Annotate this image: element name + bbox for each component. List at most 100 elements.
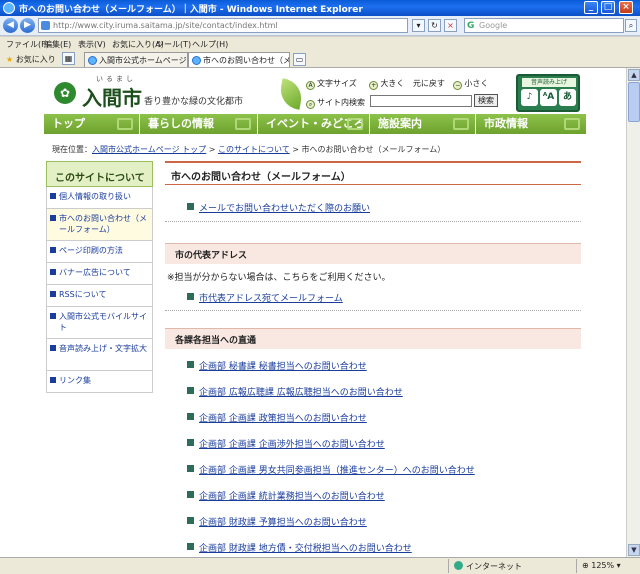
breadcrumb: 現在位置：入間市公式ホームページ トップ > このサイトについて > 市へのお問…	[52, 144, 445, 155]
zoom-control[interactable]: ⊕ 125% ▾	[582, 561, 621, 570]
list-item: 企画部 企画課 政策担当へのお問い合わせ	[165, 411, 581, 437]
department-link[interactable]: 企画部 企画課 政策担当へのお問い合わせ	[199, 414, 367, 424]
main-address-link-row: 市代表アドレス宛てメールフォーム	[165, 291, 581, 311]
bullet-icon	[50, 377, 56, 383]
department-link[interactable]: 企画部 企画課 企画渉外担当へのお問い合わせ	[199, 440, 385, 450]
refresh-button[interactable]: ↻	[428, 19, 441, 32]
menu-edit[interactable]: 編集(E)	[44, 39, 71, 50]
sidebar-item-mobile[interactable]: 入間市公式モバイルサイト	[46, 307, 153, 339]
forward-button[interactable]: ▶	[20, 18, 35, 33]
department-link[interactable]: 企画部 企画課 男女共同参画担当（推進センター）へのお問い合わせ	[199, 466, 475, 476]
minimize-button[interactable]: _	[584, 1, 598, 14]
security-zone: インターネット	[454, 561, 522, 572]
gnav-living[interactable]: 暮らしの情報	[140, 114, 258, 134]
scroll-thumb[interactable]	[628, 82, 640, 122]
gnav-events[interactable]: イベント・みどころ	[258, 114, 370, 134]
search-input[interactable]: G Google	[464, 18, 624, 33]
square-bullet-icon	[187, 203, 194, 210]
sidebar-item-banner[interactable]: バナー広告について	[46, 263, 153, 285]
chevron-down-icon: ▾	[614, 561, 621, 570]
menu-tools[interactable]: ツール(T)	[156, 39, 191, 50]
favorites-button[interactable]: ★ お気に入り	[6, 54, 56, 65]
tab-home-label: 入間市公式ホームページ トッ...	[99, 56, 187, 65]
intro-link-row: メールでお問い合わせいただく際のお願い	[165, 201, 581, 222]
address-input[interactable]: http://www.city.iruma.saitama.jp/site/co…	[38, 18, 408, 33]
ie-tab-icon	[88, 56, 97, 65]
zoom-icon: ⊕	[582, 561, 592, 570]
gnav-city-info[interactable]: 市政情報	[476, 114, 586, 134]
tab-home[interactable]: 入間市公式ホームページ トッ...	[84, 52, 188, 67]
text-size-reset-button[interactable]: 元に戻す	[413, 79, 445, 88]
text-size-large-button[interactable]: + 大きく	[369, 79, 404, 90]
flower-icon	[347, 118, 363, 130]
new-tab-icon[interactable]: ▭	[293, 53, 306, 66]
status-divider	[576, 559, 577, 573]
breadcrumb-link-about[interactable]: このサイトについて	[218, 145, 290, 154]
maximize-button[interactable]: □	[601, 1, 615, 14]
sidebar-item-rss[interactable]: RSSについて	[46, 285, 153, 307]
hiragana-icon[interactable]: あ	[559, 89, 576, 106]
site-logo[interactable]: 入間市	[82, 82, 142, 111]
bullet-icon	[50, 193, 56, 199]
intro-link[interactable]: メールでお問い合わせいただく際のお願い	[199, 204, 370, 214]
text-resize-icon[interactable]: ᴬA	[540, 89, 557, 106]
gnav-facilities[interactable]: 施設案内	[370, 114, 476, 134]
department-link[interactable]: 企画部 財政課 地方債・交付税担当へのお問い合わせ	[199, 544, 412, 554]
menu-file[interactable]: ファイル(F)	[6, 39, 49, 50]
google-icon: G	[467, 21, 475, 31]
department-link[interactable]: 企画部 財政課 予算担当へのお問い合わせ	[199, 518, 367, 528]
bullet-icon	[50, 345, 56, 351]
sidebar-item-label: 音声読み上げ・文字拡大	[59, 344, 147, 353]
scroll-up-icon[interactable]: ▲	[628, 69, 640, 81]
globe-icon	[454, 561, 463, 570]
department-link[interactable]: 企画部 企画課 統計業務担当へのお問い合わせ	[199, 492, 385, 502]
stop-button[interactable]: ×	[444, 19, 457, 32]
sidebar-item-links[interactable]: リンク集	[46, 371, 153, 393]
page-icon	[41, 21, 50, 30]
sidebar-item-voice[interactable]: 音声読み上げ・文字拡大	[46, 339, 153, 371]
back-button[interactable]: ◀	[3, 18, 18, 33]
sidebar-item-privacy[interactable]: 個人情報の取り扱い	[46, 187, 153, 209]
square-bullet-icon	[187, 543, 194, 550]
quick-tabs-icon[interactable]: ▦	[62, 52, 75, 65]
text-size-small-button[interactable]: − 小さく	[453, 79, 489, 90]
sidebar-item-label: バナー広告について	[59, 268, 131, 277]
address-dropdown-icon[interactable]: ▾	[412, 19, 425, 32]
status-bar: インターネット ⊕ 125% ▾	[0, 557, 640, 574]
sidebar-item-label: ページ印刷の方法	[59, 246, 123, 255]
menu-help[interactable]: ヘルプ(H)	[192, 39, 228, 50]
speaker-icon[interactable]: ♪	[521, 89, 538, 106]
list-item: 企画部 財政課 地方債・交付税担当へのお問い合わせ	[165, 541, 581, 557]
department-link[interactable]: 企画部 広報広聴課 広報広聴担当へのお問い合わせ	[199, 388, 403, 398]
sidebar-item-label: 市へのお問い合わせ（メールフォーム）	[59, 214, 147, 234]
sidebar-item-label: RSSについて	[59, 290, 107, 299]
square-bullet-icon	[187, 387, 194, 394]
menu-view[interactable]: 表示(V)	[78, 39, 106, 50]
tab-contact[interactable]: 市へのお問い合わせ（メー...	[188, 52, 290, 67]
gnav-living-label: 暮らしの情報	[148, 117, 214, 130]
search-placeholder: Google	[479, 21, 508, 30]
section-note: ※担当が分からない場合は、こちらをご利用ください。	[167, 273, 391, 283]
zone-label: インターネット	[466, 562, 522, 571]
voice-read-box: 音声読み上げ ♪ ᴬA あ	[516, 74, 580, 112]
department-link[interactable]: 企画部 秘書課 秘書担当へのお問い合わせ	[199, 362, 367, 372]
scroll-down-icon[interactable]: ▼	[628, 544, 640, 556]
leaf-icon	[277, 78, 305, 110]
sidebar-title[interactable]: このサイトについて	[46, 161, 153, 187]
voice-label: 音声読み上げ	[522, 78, 576, 87]
main-address-link[interactable]: 市代表アドレス宛てメールフォーム	[199, 294, 343, 304]
gnav-top[interactable]: トップ	[44, 114, 140, 134]
search-go-icon[interactable]: ⌕	[625, 19, 637, 32]
site-search-label-row: ⌕ サイト内検索	[306, 97, 365, 109]
close-button[interactable]: ×	[619, 1, 633, 14]
sidebar-item-print[interactable]: ページ印刷の方法	[46, 241, 153, 263]
sidebar-item-contact[interactable]: 市へのお問い合わせ（メールフォーム）	[46, 209, 153, 241]
site-search-button[interactable]: 検索	[474, 94, 498, 107]
breadcrumb-link-top[interactable]: 入間市公式ホームページ トップ	[92, 145, 206, 154]
vertical-scrollbar[interactable]: ▲ ▼	[626, 68, 640, 557]
site-search-input[interactable]	[370, 95, 472, 107]
square-bullet-icon	[187, 293, 194, 300]
ie-icon	[3, 2, 15, 14]
section-heading-main-address: 市の代表アドレス	[165, 243, 581, 264]
text-size-small-label: 小さく	[464, 79, 489, 88]
